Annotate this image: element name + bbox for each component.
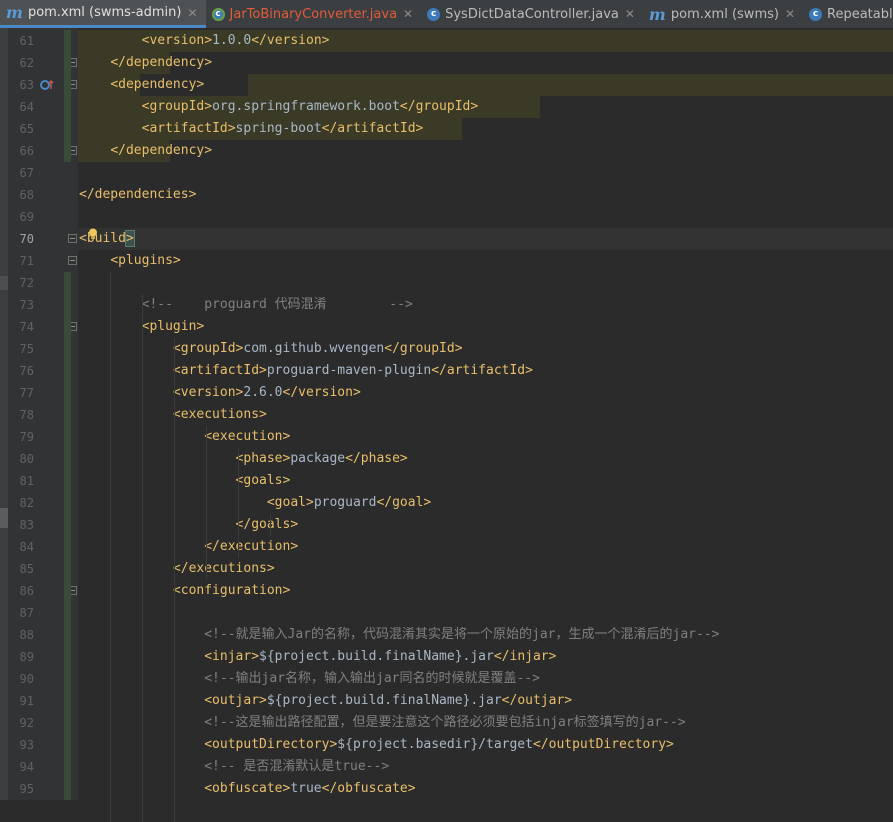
code-line: <goal>proguard</goal> <box>266 495 432 510</box>
line-number: 81 <box>19 474 34 488</box>
code-line: <version>2.6.0</version> <box>172 385 361 400</box>
line-number: 83 <box>19 518 34 532</box>
code-line: <executions> <box>172 407 267 422</box>
vcs-change-marker[interactable] <box>64 30 71 162</box>
code-line: </dependency> <box>110 143 213 158</box>
code-line: <artifactId>spring-boot</artifactId> <box>141 121 424 136</box>
line-number: 94 <box>19 760 34 774</box>
code-line: <dependency> <box>110 77 205 92</box>
line-number: 85 <box>19 562 34 576</box>
tab-label: pom.xml (swms-admin) <box>27 5 182 20</box>
tab-label: SysDictDataController.java <box>445 6 619 22</box>
code-line: <groupId>com.github.wvengen</groupId> <box>172 341 463 356</box>
line-number: 61 <box>19 34 34 48</box>
code-line: <outjar>${project.build.finalName}.jar</… <box>204 693 573 708</box>
indent-guide <box>238 448 239 558</box>
indent-guide <box>174 338 175 822</box>
vcs-change-marker[interactable] <box>64 272 71 800</box>
tab-3[interactable]: m pom.xml (swms) ✕ <box>643 0 803 28</box>
code-line: <injar>${project.build.finalName}.jar</i… <box>204 649 557 664</box>
code-line: <version>1.0.0</version> <box>141 33 330 48</box>
code-line: <artifactId>proguard-maven-plugin</artif… <box>172 363 533 378</box>
indent-guide <box>206 426 207 580</box>
line-number: 72 <box>19 276 34 290</box>
java-class-icon: c <box>427 7 441 21</box>
line-number: 78 <box>19 408 34 422</box>
line-number: 95 <box>19 782 34 796</box>
code-line: <plugins> <box>110 253 181 268</box>
code-line: <!-- proguard 代码混淆 --> <box>141 297 413 312</box>
line-number: 75 <box>19 342 34 356</box>
line-number: 84 <box>19 540 34 554</box>
editor-tab-bar: m pom.xml (swms-admin) ✕ c JarToBinaryConver… <box>0 0 893 29</box>
java-class-icon: c <box>211 7 225 21</box>
code-line: <obfuscate>true</obfuscate> <box>204 781 416 796</box>
code-line: <!--输出jar名称，输入输出jar同名的时候就是覆盖--> <box>204 671 540 686</box>
tab-0[interactable]: m pom.xml (swms-admin) ✕ <box>0 0 206 28</box>
line-number: 71 <box>19 254 34 268</box>
line-number: 66 <box>19 144 34 158</box>
maven-dependency-marker-icon[interactable] <box>40 78 56 92</box>
selection-highlight <box>248 74 893 96</box>
line-number: 69 <box>19 210 34 224</box>
current-line-highlight <box>78 228 893 250</box>
close-icon[interactable]: ✕ <box>785 7 795 21</box>
lightbulb-icon[interactable] <box>88 228 98 240</box>
line-number: 63 <box>19 78 34 92</box>
code-line: </dependency> <box>110 55 213 70</box>
code-line: </dependencies> <box>79 187 197 202</box>
line-number: 80 <box>19 452 34 466</box>
line-number: 89 <box>19 650 34 664</box>
code-line: <phase>package</phase> <box>235 451 408 466</box>
code-line: </execution> <box>204 539 299 554</box>
fold-toggle-icon[interactable] <box>68 256 77 265</box>
indent-guide <box>270 514 271 536</box>
line-number: 64 <box>19 100 34 114</box>
line-number: 82 <box>19 496 34 510</box>
tab-1[interactable]: c JarToBinaryConverter.java ✕ <box>206 0 422 28</box>
maven-icon: m <box>6 3 23 22</box>
code-line: </executions> <box>172 561 275 576</box>
line-number: 91 <box>19 694 34 708</box>
java-class-icon: c <box>809 7 823 21</box>
code-line: <groupId>org.springframework.boot</group… <box>141 99 479 114</box>
close-icon[interactable]: ✕ <box>625 7 635 21</box>
indent-guide <box>110 272 111 822</box>
close-icon[interactable]: ✕ <box>187 6 197 20</box>
line-number: 92 <box>19 716 34 730</box>
line-number: 87 <box>19 606 34 620</box>
tab-4[interactable]: c RepeatableFilter.java <box>803 0 893 28</box>
close-icon[interactable]: ✕ <box>403 7 413 21</box>
code-line: </goals> <box>235 517 299 532</box>
tab-label: pom.xml (swms) <box>670 6 779 22</box>
line-number: 76 <box>19 364 34 378</box>
line-number: 88 <box>19 628 34 642</box>
line-number: 79 <box>19 430 34 444</box>
line-number: 62 <box>19 56 34 70</box>
line-number: 67 <box>19 166 34 180</box>
fold-toggle-icon[interactable] <box>68 234 77 243</box>
line-number: 65 <box>19 122 34 136</box>
line-number: 70 <box>19 232 34 246</box>
maven-icon: m <box>648 4 666 24</box>
line-number: 86 <box>19 584 34 598</box>
line-number: 90 <box>19 672 34 686</box>
line-number: 73 <box>19 298 34 312</box>
code-line: <!--就是输入Jar的名称，代码混淆其实是将一个原始的jar，生成一个混淆后的… <box>204 627 720 642</box>
code-line: <!--这是输出路径配置，但是要注意这个路径必须要包括injar标签填写的jar… <box>204 715 686 730</box>
indent-guide <box>142 294 143 822</box>
line-number: 74 <box>19 320 34 334</box>
line-number: 77 <box>19 386 34 400</box>
line-number: 93 <box>19 738 34 752</box>
line-number: 68 <box>19 188 34 202</box>
tab-label: JarToBinaryConverter.java <box>229 6 398 22</box>
tab-label: RepeatableFilter.java <box>827 6 893 22</box>
code-line: <outputDirectory>${project.basedir}/targ… <box>204 737 674 752</box>
tab-2[interactable]: c SysDictDataController.java ✕ <box>421 0 643 28</box>
code-line: <!-- 是否混淆默认是true--> <box>204 759 390 774</box>
